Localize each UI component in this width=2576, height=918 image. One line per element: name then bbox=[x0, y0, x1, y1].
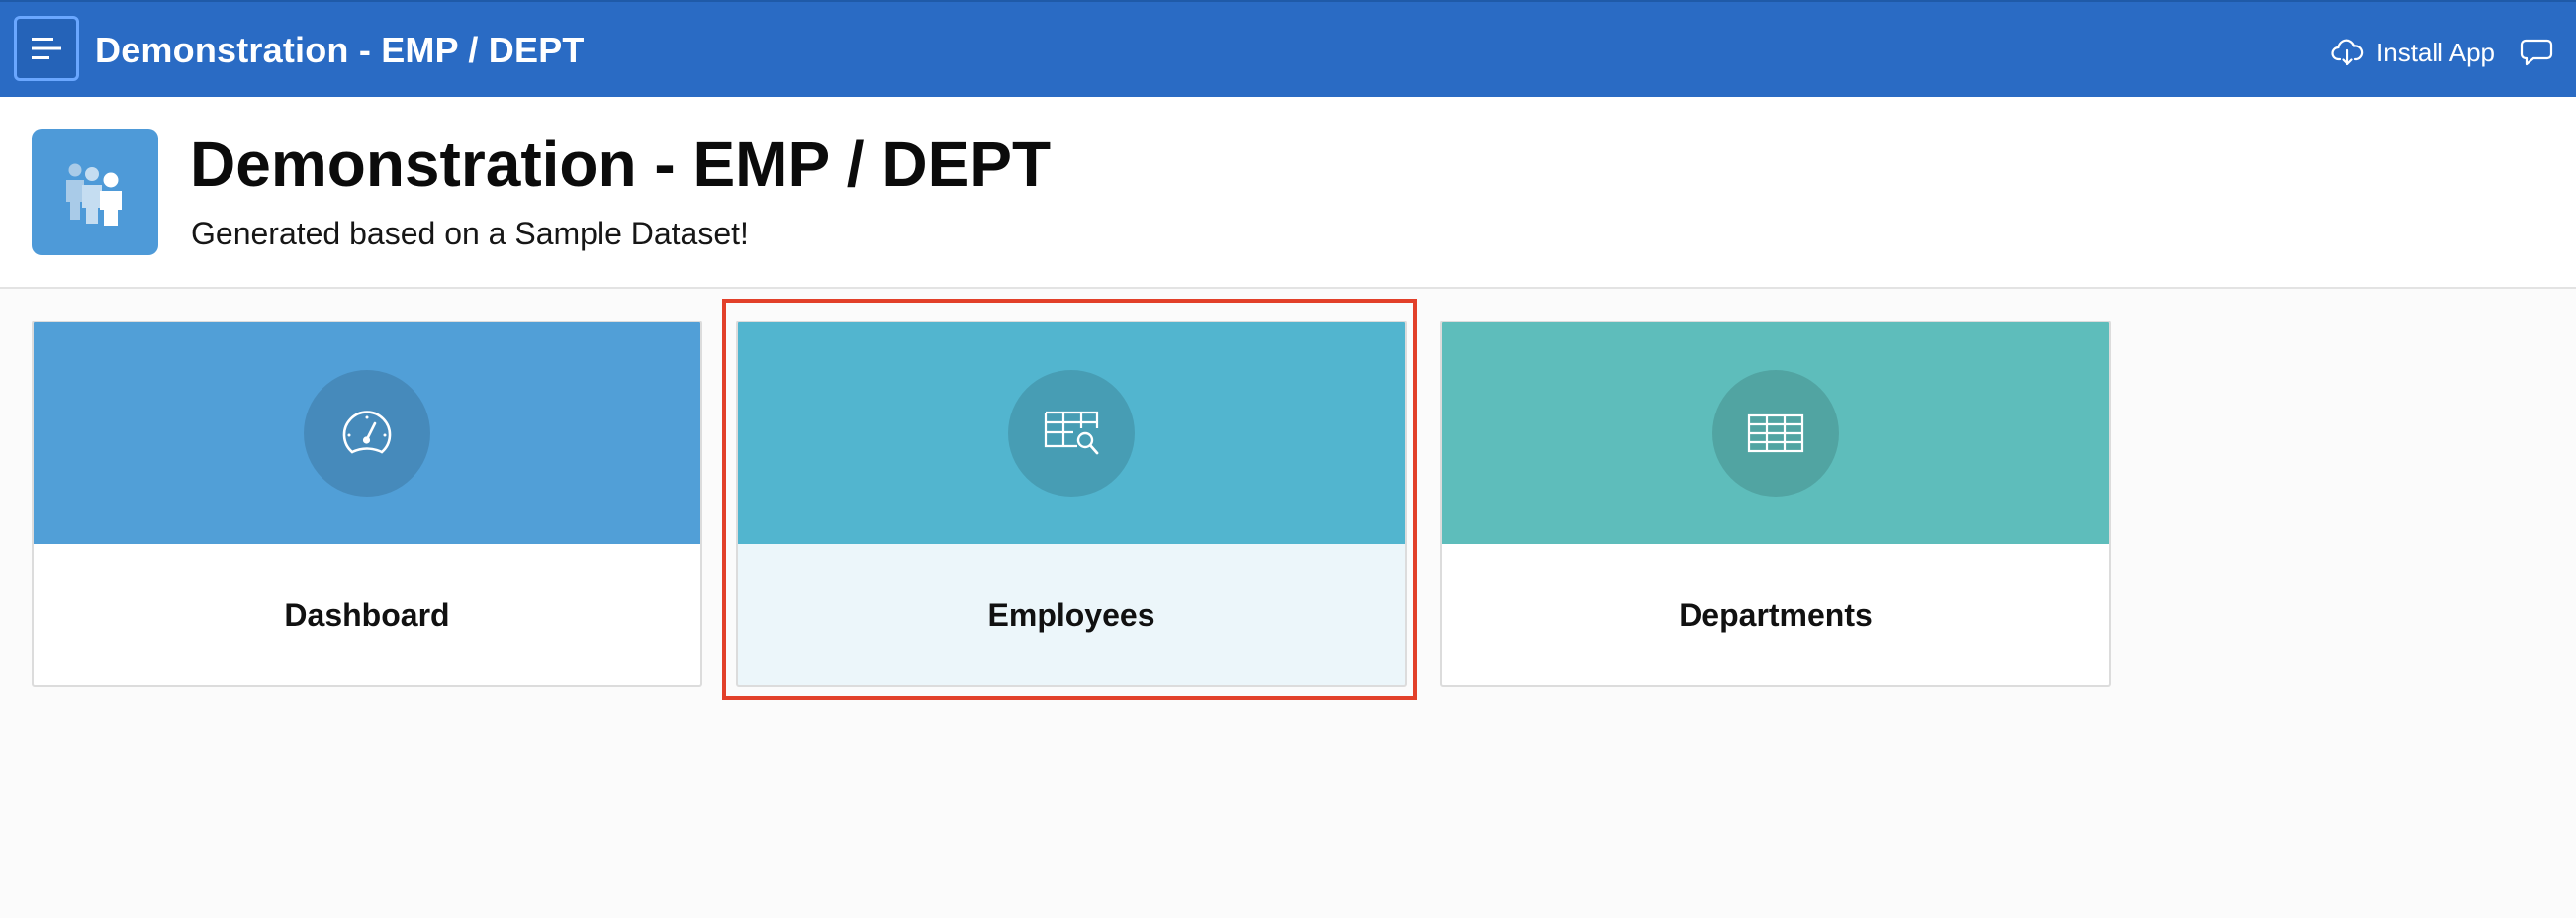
card-icon-circle bbox=[304, 370, 430, 497]
card-banner bbox=[34, 322, 700, 544]
page-subtitle: Generated based on a Sample Dataset! bbox=[191, 216, 749, 251]
card-departments[interactable]: Departments bbox=[1440, 321, 2111, 687]
card-banner bbox=[738, 322, 1405, 544]
card-dashboard[interactable]: Dashboard bbox=[32, 321, 702, 687]
card-employees[interactable]: Employees bbox=[736, 321, 1407, 687]
table-search-icon bbox=[1044, 411, 1099, 455]
page-title: Demonstration - EMP / DEPT bbox=[190, 129, 1052, 200]
card-icon-circle bbox=[1712, 370, 1839, 497]
hamburger-menu-icon bbox=[32, 38, 61, 59]
card-banner bbox=[1442, 322, 2109, 544]
card-icon-circle bbox=[1008, 370, 1135, 497]
page-hero-header: Demonstration - EMP / DEPT Generated bas… bbox=[0, 97, 2576, 289]
chat-bubble-icon bbox=[2520, 39, 2553, 66]
app-logo bbox=[32, 129, 158, 255]
table-grid-icon bbox=[1747, 413, 1804, 453]
app-title[interactable]: Demonstration - EMP / DEPT bbox=[95, 30, 585, 71]
feedback-button[interactable] bbox=[2517, 33, 2556, 72]
menu-toggle-button[interactable] bbox=[14, 16, 79, 81]
card-label: Dashboard bbox=[284, 597, 450, 633]
card-label: Departments bbox=[1679, 597, 1873, 633]
top-navigation-bar: Demonstration - EMP / DEPT Install App bbox=[0, 0, 2576, 97]
users-group-icon bbox=[66, 163, 122, 226]
install-app-label: Install App bbox=[2376, 37, 2495, 67]
install-app-button[interactable]: Install App bbox=[2331, 33, 2495, 72]
card-label: Employees bbox=[987, 597, 1155, 633]
cloud-download-icon bbox=[2331, 39, 2364, 66]
speedometer-icon bbox=[342, 411, 392, 454]
